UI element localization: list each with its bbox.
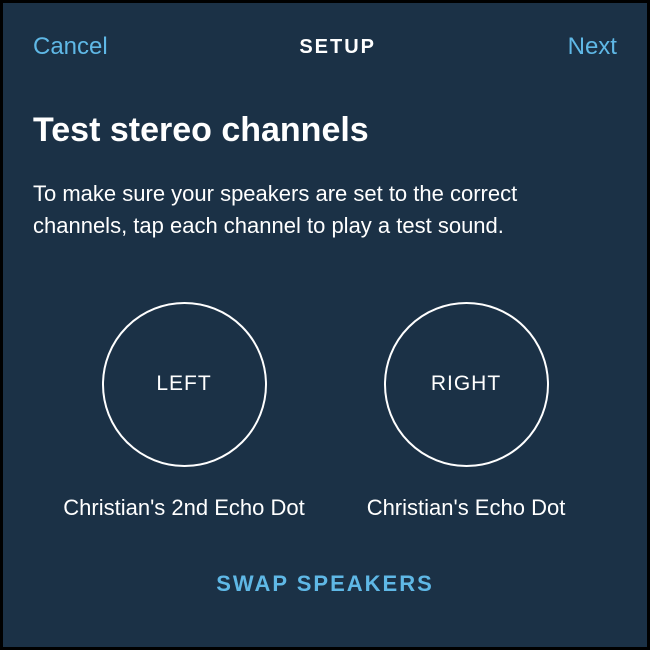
swap-speakers-button[interactable]: SWAP SPEAKERS [33, 571, 617, 597]
content: Test stereo channels To make sure your s… [3, 71, 647, 597]
left-channel: LEFT Christian's 2nd Echo Dot [54, 302, 314, 521]
left-device-name: Christian's 2nd Echo Dot [63, 495, 304, 521]
right-channel-button[interactable]: RIGHT [384, 302, 549, 467]
left-channel-label: LEFT [156, 372, 211, 396]
right-channel: RIGHT Christian's Echo Dot [336, 302, 596, 521]
setup-screen: Cancel SETUP Next Test stereo channels T… [0, 0, 650, 650]
header: Cancel SETUP Next [3, 3, 647, 71]
page-title: Test stereo channels [33, 111, 617, 150]
cancel-button[interactable]: Cancel [33, 33, 108, 61]
next-button[interactable]: Next [568, 33, 617, 61]
right-channel-label: RIGHT [431, 372, 501, 396]
right-device-name: Christian's Echo Dot [367, 495, 566, 521]
channel-row: LEFT Christian's 2nd Echo Dot RIGHT Chri… [33, 302, 617, 521]
description: To make sure your speakers are set to th… [33, 178, 617, 242]
left-channel-button[interactable]: LEFT [102, 302, 267, 467]
header-title: SETUP [299, 36, 376, 59]
